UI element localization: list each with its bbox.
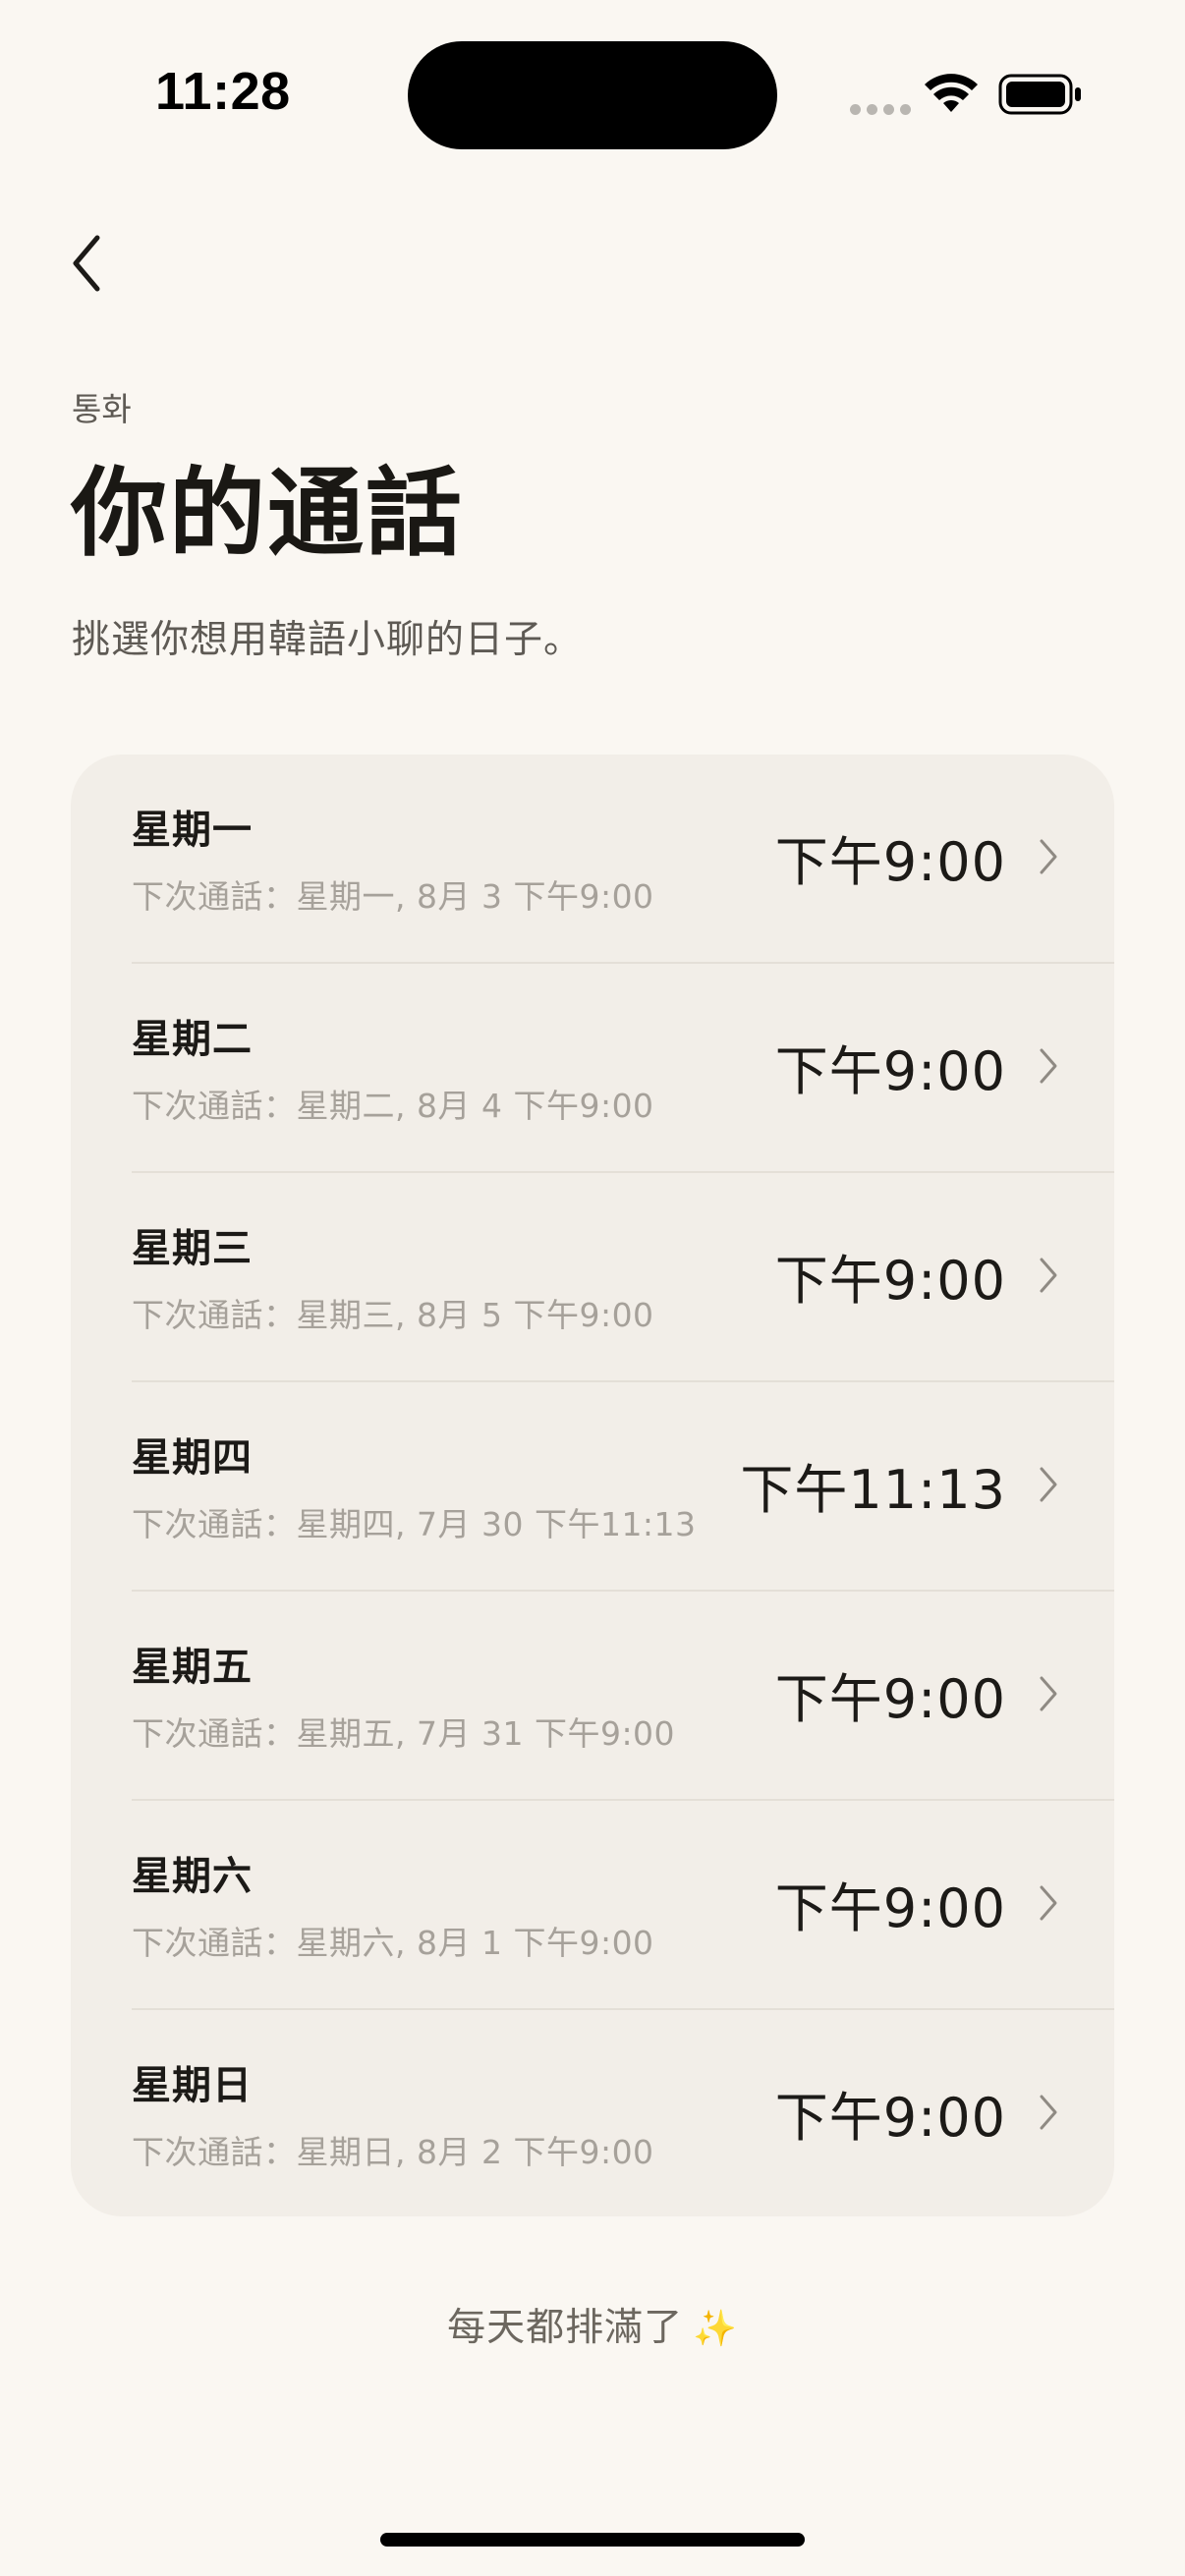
call-time: 下午11:13 <box>740 1459 1006 1521</box>
day-name: 星期六 <box>132 1854 253 1899</box>
page-title: 你的通話 <box>71 458 465 570</box>
day-row-thursday[interactable]: 星期四 下次通話：星期四, 7月 30 下午11:13 下午11:13 <box>71 1382 1114 1592</box>
day-row-tuesday[interactable]: 星期二 下次通話：星期二, 8月 4 下午9:00 下午9:00 <box>71 964 1114 1173</box>
chevron-right-icon <box>1040 1676 1057 1711</box>
call-time: 下午9:00 <box>774 1040 1006 1102</box>
cellular-signal-icon <box>850 104 911 115</box>
next-call-label: 下次通話：星期日, 8月 2 下午9:00 <box>132 2133 654 2171</box>
status-bar: 11:28 <box>0 0 1185 187</box>
next-call-label: 下次通話：星期三, 8月 5 下午9:00 <box>132 1296 654 1334</box>
footer-note-text: 每天都排滿了 <box>447 2306 684 2350</box>
call-time: 下午9:00 <box>774 1250 1006 1312</box>
wifi-icon <box>925 74 978 112</box>
sparkles-icon: ✨ <box>693 2309 738 2349</box>
next-call-label: 下次通話：星期四, 7月 30 下午11:13 <box>132 1505 697 1543</box>
call-time: 下午9:00 <box>774 1668 1006 1730</box>
back-button[interactable] <box>57 224 116 303</box>
day-name: 星期一 <box>132 808 253 853</box>
call-time: 下午9:00 <box>774 1877 1006 1939</box>
chevron-right-icon <box>1040 1258 1057 1293</box>
call-time: 下午9:00 <box>774 831 1006 893</box>
day-name: 星期五 <box>132 1645 253 1690</box>
day-name: 星期四 <box>132 1435 253 1481</box>
chevron-right-icon <box>1040 1885 1057 1921</box>
day-row-monday[interactable]: 星期一 下次通話：星期一, 8月 3 下午9:00 下午9:00 <box>71 755 1114 964</box>
day-name: 星期二 <box>132 1017 253 1062</box>
chevron-right-icon <box>1040 1467 1057 1502</box>
day-row-wednesday[interactable]: 星期三 下次通話：星期三, 8月 5 下午9:00 下午9:00 <box>71 1173 1114 1382</box>
chevron-left-icon <box>73 235 100 292</box>
dynamic-island <box>408 41 777 149</box>
next-call-label: 下次通話：星期二, 8月 4 下午9:00 <box>132 1087 654 1125</box>
day-row-saturday[interactable]: 星期六 下次通話：星期六, 8月 1 下午9:00 下午9:00 <box>71 1801 1114 2010</box>
schedule-card: 星期一 下次通話：星期一, 8月 3 下午9:00 下午9:00 星期二 下次通… <box>71 755 1114 2216</box>
footer-note: 每天都排滿了 ✨ <box>0 2297 1185 2352</box>
next-call-label: 下次通話：星期一, 8月 3 下午9:00 <box>132 877 654 916</box>
home-indicator[interactable] <box>380 2533 805 2547</box>
chevron-right-icon <box>1040 1048 1057 1084</box>
page-subtitle: 挑選你想用韓語小聊的日子。 <box>72 618 584 662</box>
chevron-right-icon <box>1040 839 1057 874</box>
day-row-friday[interactable]: 星期五 下次通話：星期五, 7月 31 下午9:00 下午9:00 <box>71 1592 1114 1801</box>
day-name: 星期日 <box>132 2063 253 2108</box>
battery-icon <box>998 74 1081 115</box>
next-call-label: 下次通話：星期六, 8月 1 下午9:00 <box>132 1924 654 1962</box>
chevron-right-icon <box>1040 2095 1057 2130</box>
next-call-label: 下次通話：星期五, 7月 31 下午9:00 <box>132 1714 676 1753</box>
call-time: 下午9:00 <box>774 2087 1006 2149</box>
day-name: 星期三 <box>132 1226 253 1271</box>
day-row-sunday[interactable]: 星期日 下次通話：星期日, 8月 2 下午9:00 下午9:00 <box>71 2010 1114 2216</box>
section-eyebrow: 통화 <box>72 390 132 428</box>
status-time: 11:28 <box>155 62 291 121</box>
